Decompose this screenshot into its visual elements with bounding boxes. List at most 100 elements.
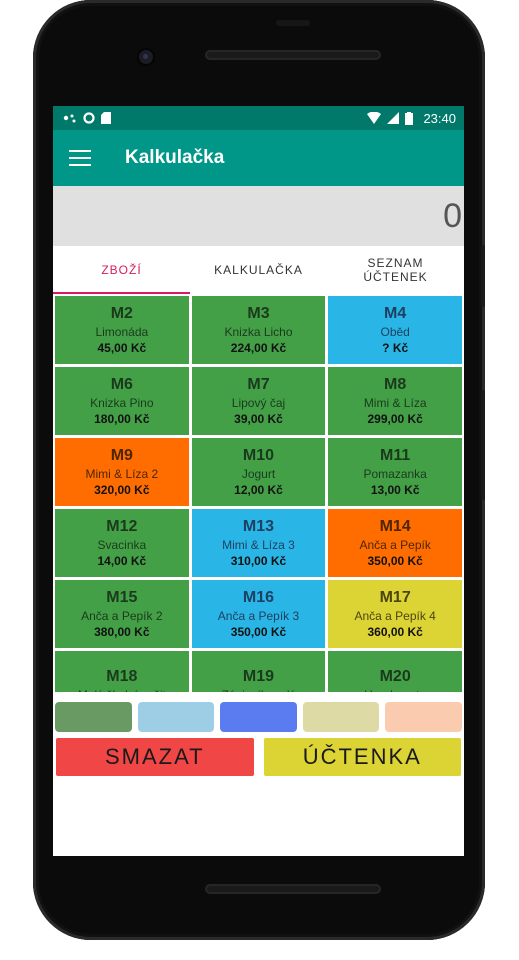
- product-code: M13: [242, 518, 275, 535]
- product-tile[interactable]: M9 Mimi & Líza 2 320,00 Kč: [55, 438, 189, 506]
- product-tile[interactable]: M19 Zápisník malý: [191, 651, 326, 692]
- front-camera: [139, 50, 153, 64]
- product-code: M16: [242, 589, 275, 606]
- hamburger-menu-icon[interactable]: [69, 150, 91, 166]
- product-code: M15: [106, 589, 138, 606]
- product-tile[interactable]: M12 Svacinka 14,00 Kč: [55, 509, 189, 577]
- product-tile[interactable]: M6 Knizka Pino 180,00 Kč: [55, 367, 189, 435]
- color-swatch[interactable]: [302, 702, 380, 732]
- product-name: Anča a Pepík: [359, 538, 431, 552]
- product-tile[interactable]: M15 Anča a Pepík 2 380,00 Kč: [55, 580, 189, 648]
- product-name: Mimi & Líza 3: [222, 538, 295, 552]
- product-name: Malý školní sešit: [78, 687, 166, 692]
- battery-icon: [405, 111, 414, 125]
- product-name: Anča a Pepík 3: [217, 609, 300, 623]
- android-navigation-bar: [53, 786, 464, 834]
- product-price: 13,00 Kč: [370, 483, 420, 497]
- screen: 23:40 Kalkulačka 0 ZBOŽÍ KALKULAČKA SEZNAM…: [53, 106, 464, 856]
- product-name: Mimi & Líza: [363, 396, 427, 410]
- product-grid-scroll[interactable]: M2 Limonáda 45,00 Kč M3 Knizka Licho 224,00 K…: [53, 294, 464, 692]
- product-price: 45,00 Kč: [97, 341, 147, 355]
- product-name: Knizka Licho: [224, 325, 293, 339]
- product-code: M4: [384, 305, 407, 322]
- product-price: 224,00 Kč: [230, 341, 287, 355]
- product-tile[interactable]: M11 Pomazanka 13,00 Kč: [328, 438, 462, 506]
- product-tile[interactable]: M18 Malý školní sešit: [55, 651, 189, 692]
- circle-icon: [83, 112, 95, 124]
- product-grid: M2 Limonáda 45,00 Kč M3 Knizka Licho 224,00 K…: [55, 296, 462, 692]
- product-code: M3: [247, 305, 270, 322]
- product-tile[interactable]: M20 Hry do auta: [328, 651, 462, 692]
- product-name: Pomazanka: [363, 467, 427, 481]
- product-tile[interactable]: M2 Limonáda 45,00 Kč: [55, 296, 189, 364]
- color-swatch[interactable]: [137, 702, 215, 732]
- tab-bar: ZBOŽÍ KALKULAČKA SEZNAM ÚČTENEK: [53, 246, 464, 294]
- product-name: Anča a Pepík 2: [81, 609, 163, 623]
- tab-kalkulacka[interactable]: KALKULAČKA: [190, 246, 327, 294]
- receipt-button[interactable]: ÚČTENKA: [263, 738, 461, 776]
- color-swatches: [53, 692, 464, 736]
- product-name: Hry do auta: [364, 687, 426, 692]
- product-tile[interactable]: M10 Jogurt 12,00 Kč: [191, 438, 326, 506]
- product-name: Lipový čaj: [231, 396, 286, 410]
- calculator-display: 0: [53, 186, 464, 246]
- notification-dots-icon: [63, 114, 76, 123]
- product-tile[interactable]: M4 Oběd ? Kč: [328, 296, 462, 364]
- product-tile[interactable]: M17 Anča a Pepík 4 360,00 Kč: [328, 580, 462, 648]
- product-price: 350,00 Kč: [367, 554, 423, 568]
- product-price: 380,00 Kč: [94, 625, 150, 639]
- app-title: Kalkulačka: [125, 147, 225, 168]
- product-code: M2: [110, 305, 133, 322]
- product-code: M7: [247, 376, 270, 393]
- wifi-icon: [367, 112, 382, 124]
- action-buttons: SMAZAT ÚČTENKA: [53, 736, 464, 776]
- product-price: 299,00 Kč: [367, 412, 423, 426]
- product-tile[interactable]: M16 Anča a Pepík 3 350,00 Kč: [191, 580, 326, 648]
- clear-button[interactable]: SMAZAT: [56, 738, 254, 776]
- product-tile[interactable]: M7 Lipový čaj 39,00 Kč: [191, 367, 326, 435]
- product-code: M14: [379, 518, 411, 535]
- product-name: Zápisník malý: [221, 687, 295, 692]
- tab-seznam-uctenek[interactable]: SEZNAM ÚČTENEK: [327, 246, 464, 294]
- status-time: 23:40: [423, 110, 456, 126]
- product-tile[interactable]: M8 Mimi & Líza 299,00 Kč: [328, 367, 462, 435]
- product-price: 360,00 Kč: [367, 625, 423, 639]
- recent-apps-icon[interactable]: [348, 803, 363, 817]
- product-name: Jogurt: [241, 467, 276, 481]
- app-bar: Kalkulačka: [53, 130, 464, 186]
- product-code: M12: [106, 518, 138, 535]
- back-icon[interactable]: [154, 803, 167, 817]
- product-price: 12,00 Kč: [234, 483, 283, 497]
- product-name: Mimi & Líza 2: [85, 467, 159, 481]
- product-price: 350,00 Kč: [230, 625, 287, 639]
- color-swatch[interactable]: [55, 702, 132, 732]
- product-tile[interactable]: M3 Knizka Licho 224,00 Kč: [191, 296, 326, 364]
- sd-card-icon: [101, 112, 111, 124]
- tab-zbozi[interactable]: ZBOŽÍ: [53, 246, 190, 294]
- product-price: ? Kč: [382, 341, 409, 355]
- product-price: 310,00 Kč: [230, 554, 287, 568]
- volume-button: [481, 245, 485, 307]
- product-name: Oběd: [380, 325, 410, 339]
- product-code: M20: [379, 668, 411, 685]
- color-swatch[interactable]: [220, 702, 297, 732]
- product-tile[interactable]: M13 Mimi & Líza 3 310,00 Kč: [191, 509, 326, 577]
- product-price: 320,00 Kč: [94, 483, 150, 497]
- product-price: 39,00 Kč: [234, 412, 283, 426]
- signal-icon: [387, 112, 400, 124]
- product-code: M11: [380, 447, 411, 464]
- product-code: M10: [242, 447, 275, 464]
- product-tile[interactable]: M14 Anča a Pepík 350,00 Kč: [328, 509, 462, 577]
- product-name: Anča a Pepík 4: [354, 609, 436, 623]
- product-name: Knizka Pino: [90, 396, 154, 410]
- product-price: 180,00 Kč: [94, 412, 150, 426]
- product-code: M9: [110, 447, 133, 464]
- product-code: M17: [379, 589, 411, 606]
- product-price: 14,00 Kč: [97, 554, 147, 568]
- color-swatch[interactable]: [385, 702, 462, 732]
- earpiece-top: [276, 20, 310, 26]
- product-code: M8: [384, 376, 407, 393]
- product-code: M6: [110, 376, 133, 393]
- product-code: M19: [242, 668, 275, 685]
- home-icon[interactable]: [249, 802, 266, 818]
